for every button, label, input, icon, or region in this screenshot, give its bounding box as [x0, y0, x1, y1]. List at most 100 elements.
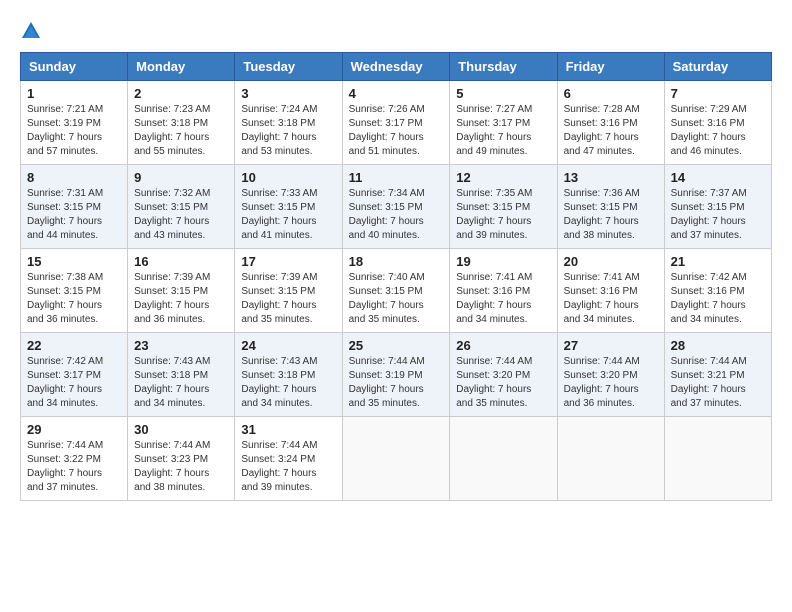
calendar-day-6: 6 Sunrise: 7:28 AMSunset: 3:16 PMDaylight… — [557, 81, 664, 165]
day-info: Sunrise: 7:44 AMSunset: 3:23 PMDaylight:… — [134, 439, 228, 495]
day-number: 13 — [564, 170, 658, 185]
day-number: 15 — [27, 254, 121, 269]
day-info: Sunrise: 7:44 AMSunset: 3:22 PMDaylight:… — [27, 439, 121, 495]
day-number: 10 — [241, 170, 335, 185]
day-info: Sunrise: 7:36 AMSunset: 3:15 PMDaylight:… — [564, 187, 658, 243]
calendar-week-3: 15 Sunrise: 7:38 AMSunset: 3:15 PMDayligh… — [21, 249, 772, 333]
day-info: Sunrise: 7:44 AMSunset: 3:20 PMDaylight:… — [564, 355, 658, 411]
day-number: 31 — [241, 422, 335, 437]
day-info: Sunrise: 7:39 AMSunset: 3:15 PMDaylight:… — [134, 271, 228, 327]
calendar-day-13: 13 Sunrise: 7:36 AMSunset: 3:15 PMDayligh… — [557, 165, 664, 249]
day-info: Sunrise: 7:42 AMSunset: 3:17 PMDaylight:… — [27, 355, 121, 411]
calendar-empty — [450, 417, 557, 501]
calendar-day-11: 11 Sunrise: 7:34 AMSunset: 3:15 PMDayligh… — [342, 165, 450, 249]
day-info: Sunrise: 7:43 AMSunset: 3:18 PMDaylight:… — [241, 355, 335, 411]
day-info: Sunrise: 7:34 AMSunset: 3:15 PMDaylight:… — [349, 187, 444, 243]
col-header-friday: Friday — [557, 53, 664, 81]
day-info: Sunrise: 7:38 AMSunset: 3:15 PMDaylight:… — [27, 271, 121, 327]
day-number: 11 — [349, 170, 444, 185]
calendar-day-31: 31 Sunrise: 7:44 AMSunset: 3:24 PMDayligh… — [235, 417, 342, 501]
calendar-day-22: 22 Sunrise: 7:42 AMSunset: 3:17 PMDayligh… — [21, 333, 128, 417]
calendar-day-14: 14 Sunrise: 7:37 AMSunset: 3:15 PMDayligh… — [664, 165, 771, 249]
day-number: 18 — [349, 254, 444, 269]
day-info: Sunrise: 7:42 AMSunset: 3:16 PMDaylight:… — [671, 271, 765, 327]
day-info: Sunrise: 7:26 AMSunset: 3:17 PMDaylight:… — [349, 103, 444, 159]
col-header-sunday: Sunday — [21, 53, 128, 81]
day-number: 3 — [241, 86, 335, 101]
calendar-day-18: 18 Sunrise: 7:40 AMSunset: 3:15 PMDayligh… — [342, 249, 450, 333]
day-number: 28 — [671, 338, 765, 353]
calendar-day-21: 21 Sunrise: 7:42 AMSunset: 3:16 PMDayligh… — [664, 249, 771, 333]
logo — [20, 20, 46, 42]
day-info: Sunrise: 7:37 AMSunset: 3:15 PMDaylight:… — [671, 187, 765, 243]
day-number: 14 — [671, 170, 765, 185]
day-number: 7 — [671, 86, 765, 101]
day-number: 6 — [564, 86, 658, 101]
calendar-empty — [664, 417, 771, 501]
calendar-header-row: SundayMondayTuesdayWednesdayThursdayFrid… — [21, 53, 772, 81]
col-header-monday: Monday — [128, 53, 235, 81]
day-info: Sunrise: 7:44 AMSunset: 3:24 PMDaylight:… — [241, 439, 335, 495]
calendar-day-27: 27 Sunrise: 7:44 AMSunset: 3:20 PMDayligh… — [557, 333, 664, 417]
calendar-day-30: 30 Sunrise: 7:44 AMSunset: 3:23 PMDayligh… — [128, 417, 235, 501]
calendar-day-7: 7 Sunrise: 7:29 AMSunset: 3:16 PMDaylight… — [664, 81, 771, 165]
day-number: 20 — [564, 254, 658, 269]
day-info: Sunrise: 7:43 AMSunset: 3:18 PMDaylight:… — [134, 355, 228, 411]
col-header-thursday: Thursday — [450, 53, 557, 81]
day-number: 29 — [27, 422, 121, 437]
calendar-week-1: 1 Sunrise: 7:21 AMSunset: 3:19 PMDaylight… — [21, 81, 772, 165]
day-number: 23 — [134, 338, 228, 353]
calendar-day-1: 1 Sunrise: 7:21 AMSunset: 3:19 PMDaylight… — [21, 81, 128, 165]
day-info: Sunrise: 7:31 AMSunset: 3:15 PMDaylight:… — [27, 187, 121, 243]
calendar-day-8: 8 Sunrise: 7:31 AMSunset: 3:15 PMDaylight… — [21, 165, 128, 249]
day-number: 2 — [134, 86, 228, 101]
day-info: Sunrise: 7:21 AMSunset: 3:19 PMDaylight:… — [27, 103, 121, 159]
day-info: Sunrise: 7:27 AMSunset: 3:17 PMDaylight:… — [456, 103, 550, 159]
calendar-day-16: 16 Sunrise: 7:39 AMSunset: 3:15 PMDayligh… — [128, 249, 235, 333]
day-info: Sunrise: 7:32 AMSunset: 3:15 PMDaylight:… — [134, 187, 228, 243]
day-number: 8 — [27, 170, 121, 185]
day-number: 4 — [349, 86, 444, 101]
day-info: Sunrise: 7:33 AMSunset: 3:15 PMDaylight:… — [241, 187, 335, 243]
calendar-week-2: 8 Sunrise: 7:31 AMSunset: 3:15 PMDaylight… — [21, 165, 772, 249]
day-info: Sunrise: 7:28 AMSunset: 3:16 PMDaylight:… — [564, 103, 658, 159]
calendar-day-24: 24 Sunrise: 7:43 AMSunset: 3:18 PMDayligh… — [235, 333, 342, 417]
day-number: 22 — [27, 338, 121, 353]
day-number: 9 — [134, 170, 228, 185]
day-info: Sunrise: 7:23 AMSunset: 3:18 PMDaylight:… — [134, 103, 228, 159]
day-info: Sunrise: 7:44 AMSunset: 3:21 PMDaylight:… — [671, 355, 765, 411]
calendar-day-12: 12 Sunrise: 7:35 AMSunset: 3:15 PMDayligh… — [450, 165, 557, 249]
day-number: 27 — [564, 338, 658, 353]
calendar-day-9: 9 Sunrise: 7:32 AMSunset: 3:15 PMDaylight… — [128, 165, 235, 249]
day-info: Sunrise: 7:29 AMSunset: 3:16 PMDaylight:… — [671, 103, 765, 159]
day-number: 21 — [671, 254, 765, 269]
calendar-day-20: 20 Sunrise: 7:41 AMSunset: 3:16 PMDayligh… — [557, 249, 664, 333]
calendar-day-17: 17 Sunrise: 7:39 AMSunset: 3:15 PMDayligh… — [235, 249, 342, 333]
calendar: SundayMondayTuesdayWednesdayThursdayFrid… — [20, 52, 772, 501]
calendar-day-23: 23 Sunrise: 7:43 AMSunset: 3:18 PMDayligh… — [128, 333, 235, 417]
day-info: Sunrise: 7:39 AMSunset: 3:15 PMDaylight:… — [241, 271, 335, 327]
calendar-day-29: 29 Sunrise: 7:44 AMSunset: 3:22 PMDayligh… — [21, 417, 128, 501]
day-number: 17 — [241, 254, 335, 269]
day-info: Sunrise: 7:24 AMSunset: 3:18 PMDaylight:… — [241, 103, 335, 159]
day-number: 30 — [134, 422, 228, 437]
calendar-day-15: 15 Sunrise: 7:38 AMSunset: 3:15 PMDayligh… — [21, 249, 128, 333]
day-number: 24 — [241, 338, 335, 353]
calendar-day-5: 5Sunrise: 7:27 AMSunset: 3:17 PMDaylight… — [450, 81, 557, 165]
day-info: Sunrise: 7:40 AMSunset: 3:15 PMDaylight:… — [349, 271, 444, 327]
day-number: 12 — [456, 170, 550, 185]
calendar-day-26: 26Sunrise: 7:44 AMSunset: 3:20 PMDayligh… — [450, 333, 557, 417]
col-header-saturday: Saturday — [664, 53, 771, 81]
calendar-empty — [342, 417, 450, 501]
day-info: Sunrise: 7:44 AMSunset: 3:20 PMDaylight:… — [456, 355, 550, 411]
day-number: 16 — [134, 254, 228, 269]
day-info: Sunrise: 7:41 AMSunset: 3:16 PMDaylight:… — [564, 271, 658, 327]
day-info: Sunrise: 7:44 AMSunset: 3:19 PMDaylight:… — [349, 355, 444, 411]
col-header-wednesday: Wednesday — [342, 53, 450, 81]
page-header — [20, 20, 772, 42]
day-info: Sunrise: 7:35 AMSunset: 3:15 PMDaylight:… — [456, 187, 550, 243]
calendar-day-10: 10 Sunrise: 7:33 AMSunset: 3:15 PMDayligh… — [235, 165, 342, 249]
calendar-day-25: 25Sunrise: 7:44 AMSunset: 3:19 PMDayligh… — [342, 333, 450, 417]
day-number: 1 — [27, 86, 121, 101]
calendar-day-2: 2 Sunrise: 7:23 AMSunset: 3:18 PMDaylight… — [128, 81, 235, 165]
